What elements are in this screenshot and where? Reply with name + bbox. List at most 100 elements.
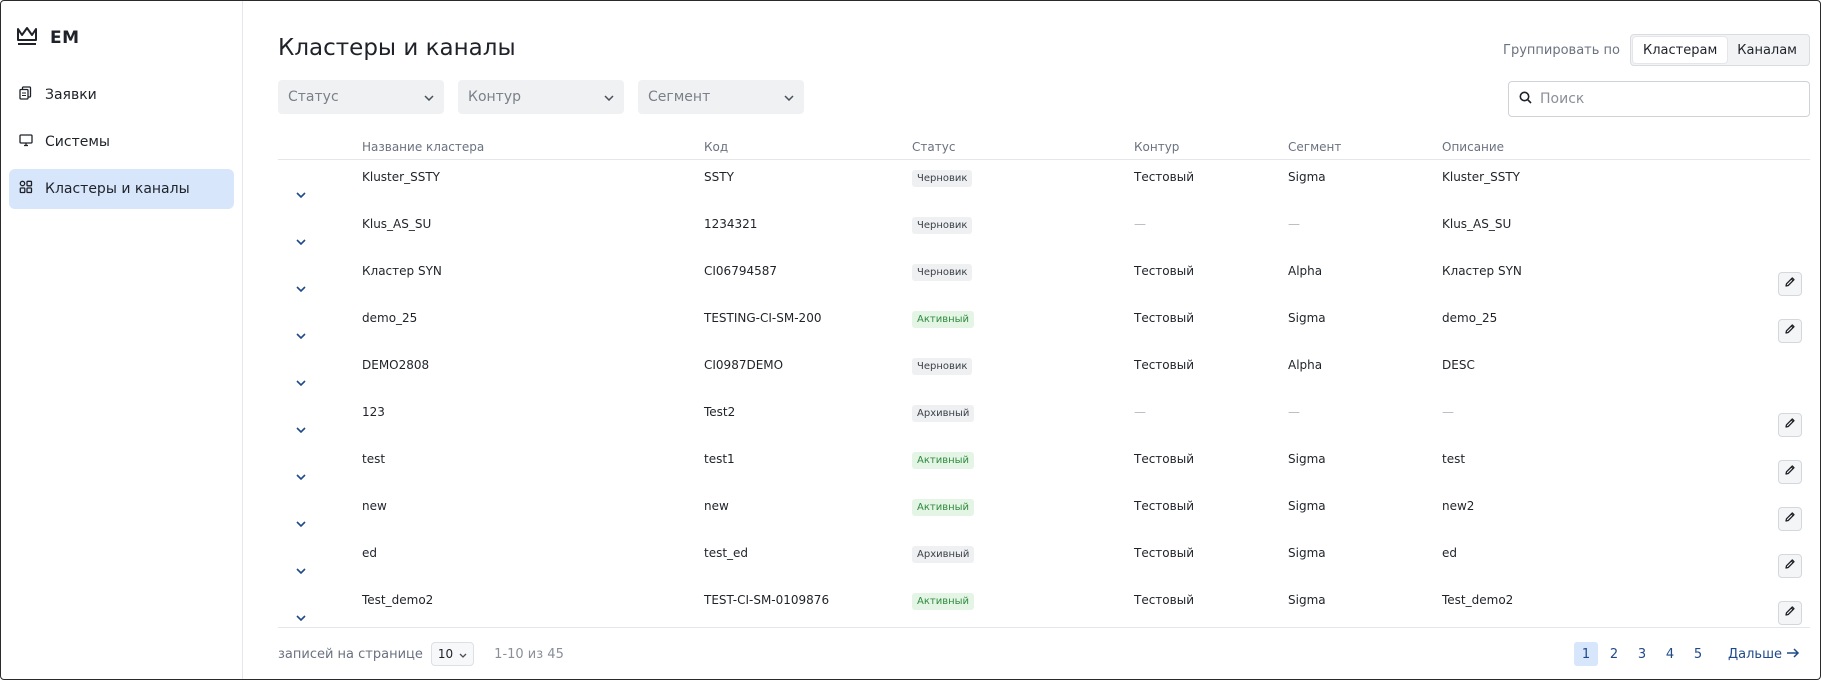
column-header-description[interactable]: Описание [1442, 140, 1770, 154]
expand-row-button[interactable] [278, 469, 362, 489]
table-row[interactable]: Kluster_SSTY SSTY Черновик Тестовый Sigma Klu… [278, 160, 1810, 207]
edit-button[interactable] [1778, 318, 1802, 343]
group-by-channels-button[interactable]: Каналам [1727, 37, 1807, 63]
sidebar-item-2[interactable]: Кластеры и каналы [9, 169, 234, 209]
row-actions [1770, 448, 1810, 484]
table-row[interactable]: demo_25 TESTING-CI-SM-200 Активный Тестовый… [278, 301, 1810, 348]
table-row[interactable]: 123 Test2 Архивный — — — [278, 395, 1810, 442]
column-header-code[interactable]: Код [704, 140, 912, 154]
cell-contour: Тестовый [1134, 254, 1288, 278]
row-actions [1770, 307, 1810, 343]
page-button-4[interactable]: 4 [1658, 642, 1682, 666]
page-button-3[interactable]: 3 [1630, 642, 1654, 666]
table-row[interactable]: test test1 Активный Тестовый Sigma test [278, 442, 1810, 489]
cell-name: new [362, 489, 704, 513]
cell-name: Kluster_SSTY [362, 160, 704, 184]
contour-filter[interactable]: Контур [458, 80, 624, 114]
contour-text: Тестовый [1134, 170, 1194, 184]
edit-button[interactable] [1778, 600, 1802, 625]
status-badge: Черновик [912, 264, 973, 281]
edit-button[interactable] [1778, 459, 1802, 484]
cell-status: Архивный [912, 395, 1134, 422]
sidebar: EM Заявки Системы Кластеры и каналы [1, 1, 243, 679]
per-page-label: записей на странице [278, 646, 423, 662]
cell-contour: — [1134, 207, 1288, 231]
column-header-contour[interactable]: Контур [1134, 140, 1288, 154]
edit-button[interactable] [1778, 271, 1802, 296]
expand-row-button[interactable] [278, 281, 362, 301]
cell-code: test_ed [704, 536, 912, 560]
page-button-5[interactable]: 5 [1686, 642, 1710, 666]
row-actions [1770, 260, 1810, 296]
group-by-clusters-button[interactable]: Кластерам [1633, 37, 1728, 63]
cell-desc: Kluster_SSTY [1442, 160, 1770, 184]
sidebar-item-0[interactable]: Заявки [9, 75, 234, 115]
column-header-status[interactable]: Статус [912, 140, 1134, 154]
cell-status: Черновик [912, 160, 1134, 187]
contour-text: Тестовый [1134, 358, 1194, 372]
cell-contour: Тестовый [1134, 489, 1288, 513]
contour-text: Тестовый [1134, 264, 1194, 278]
arrow-right-icon [1786, 647, 1800, 662]
table-row[interactable]: ed test_ed Архивный Тестовый Sigma ed [278, 536, 1810, 583]
expand-row-button[interactable] [278, 234, 362, 254]
code-text: TEST-CI-SM-0109876 [704, 593, 830, 607]
table-row[interactable]: new new Активный Тестовый Sigma new2 [278, 489, 1810, 536]
segment-text: Sigma [1288, 546, 1326, 560]
expand-row-button[interactable] [278, 422, 362, 442]
edit-button[interactable] [1778, 506, 1802, 531]
next-page-button[interactable]: Дальше [1728, 647, 1800, 662]
chevron-down-icon [296, 281, 306, 295]
cell-segment: Sigma [1288, 536, 1442, 560]
pencil-icon [1784, 558, 1796, 573]
code-text: SSTY [704, 170, 734, 184]
logo-text: EM [50, 28, 80, 48]
edit-button[interactable] [1778, 412, 1802, 437]
status-badge: Активный [912, 499, 975, 516]
expand-row-button[interactable] [278, 328, 362, 348]
cell-desc: Кластер SYN [1442, 254, 1770, 278]
cell-code: Test2 [704, 395, 912, 419]
cell-name: demo_25 [362, 301, 704, 325]
cell-status: Активный [912, 442, 1134, 469]
cell-desc: DESC [1442, 348, 1770, 372]
code-text: test1 [704, 452, 735, 466]
table-row[interactable]: Test_demo2 TEST-CI-SM-0109876 Активный Тест… [278, 583, 1810, 630]
code-text: TESTING-CI-SM-200 [704, 311, 822, 325]
row-actions [1770, 495, 1810, 531]
per-page-select[interactable]: 10 [430, 642, 475, 666]
table-row[interactable]: Klus_AS_SU 1234321 Черновик — — Klus_AS_SU [278, 207, 1810, 254]
table-row[interactable]: DEMO2808 CI0987DEMO Черновик Тестовый Alpha D… [278, 348, 1810, 395]
desc-text: Кластер SYN [1442, 264, 1522, 278]
search-input[interactable] [1540, 91, 1799, 107]
expand-row-button[interactable] [278, 187, 362, 207]
per-page: записей на странице 10 1-10 из 45 [278, 642, 564, 666]
segment-text: Sigma [1288, 593, 1326, 607]
column-header-name[interactable]: Название кластера [362, 140, 704, 154]
desc-text: ed [1442, 546, 1457, 560]
sidebar-item-1[interactable]: Системы [9, 122, 234, 162]
segment-filter[interactable]: Сегмент [638, 80, 804, 114]
logo[interactable]: EM [9, 1, 234, 75]
status-filter[interactable]: Статус [278, 80, 444, 114]
contour-text: — [1134, 217, 1146, 231]
contour-text: Тестовый [1134, 311, 1194, 325]
desc-text: Test_demo2 [1442, 593, 1514, 607]
monitor-icon [19, 133, 33, 151]
name-text: Klus_AS_SU [362, 217, 432, 231]
table-row[interactable]: Кластер SYN CI06794587 Черновик Тестовый Alp… [278, 254, 1810, 301]
cell-contour: Тестовый [1134, 301, 1288, 325]
expand-row-button[interactable] [278, 516, 362, 536]
column-header-segment[interactable]: Сегмент [1288, 140, 1442, 154]
code-text: test_ed [704, 546, 749, 560]
expand-row-button[interactable] [278, 375, 362, 395]
code-text: CI0987DEMO [704, 358, 784, 372]
next-page-label: Дальше [1728, 646, 1782, 662]
name-text: DEMO2808 [362, 358, 430, 372]
search-box [1508, 81, 1810, 117]
page-button-2[interactable]: 2 [1602, 642, 1626, 666]
segment-text: Sigma [1288, 170, 1326, 184]
page-button-1[interactable]: 1 [1574, 642, 1598, 666]
edit-button[interactable] [1778, 553, 1802, 578]
expand-row-button[interactable] [278, 563, 362, 583]
